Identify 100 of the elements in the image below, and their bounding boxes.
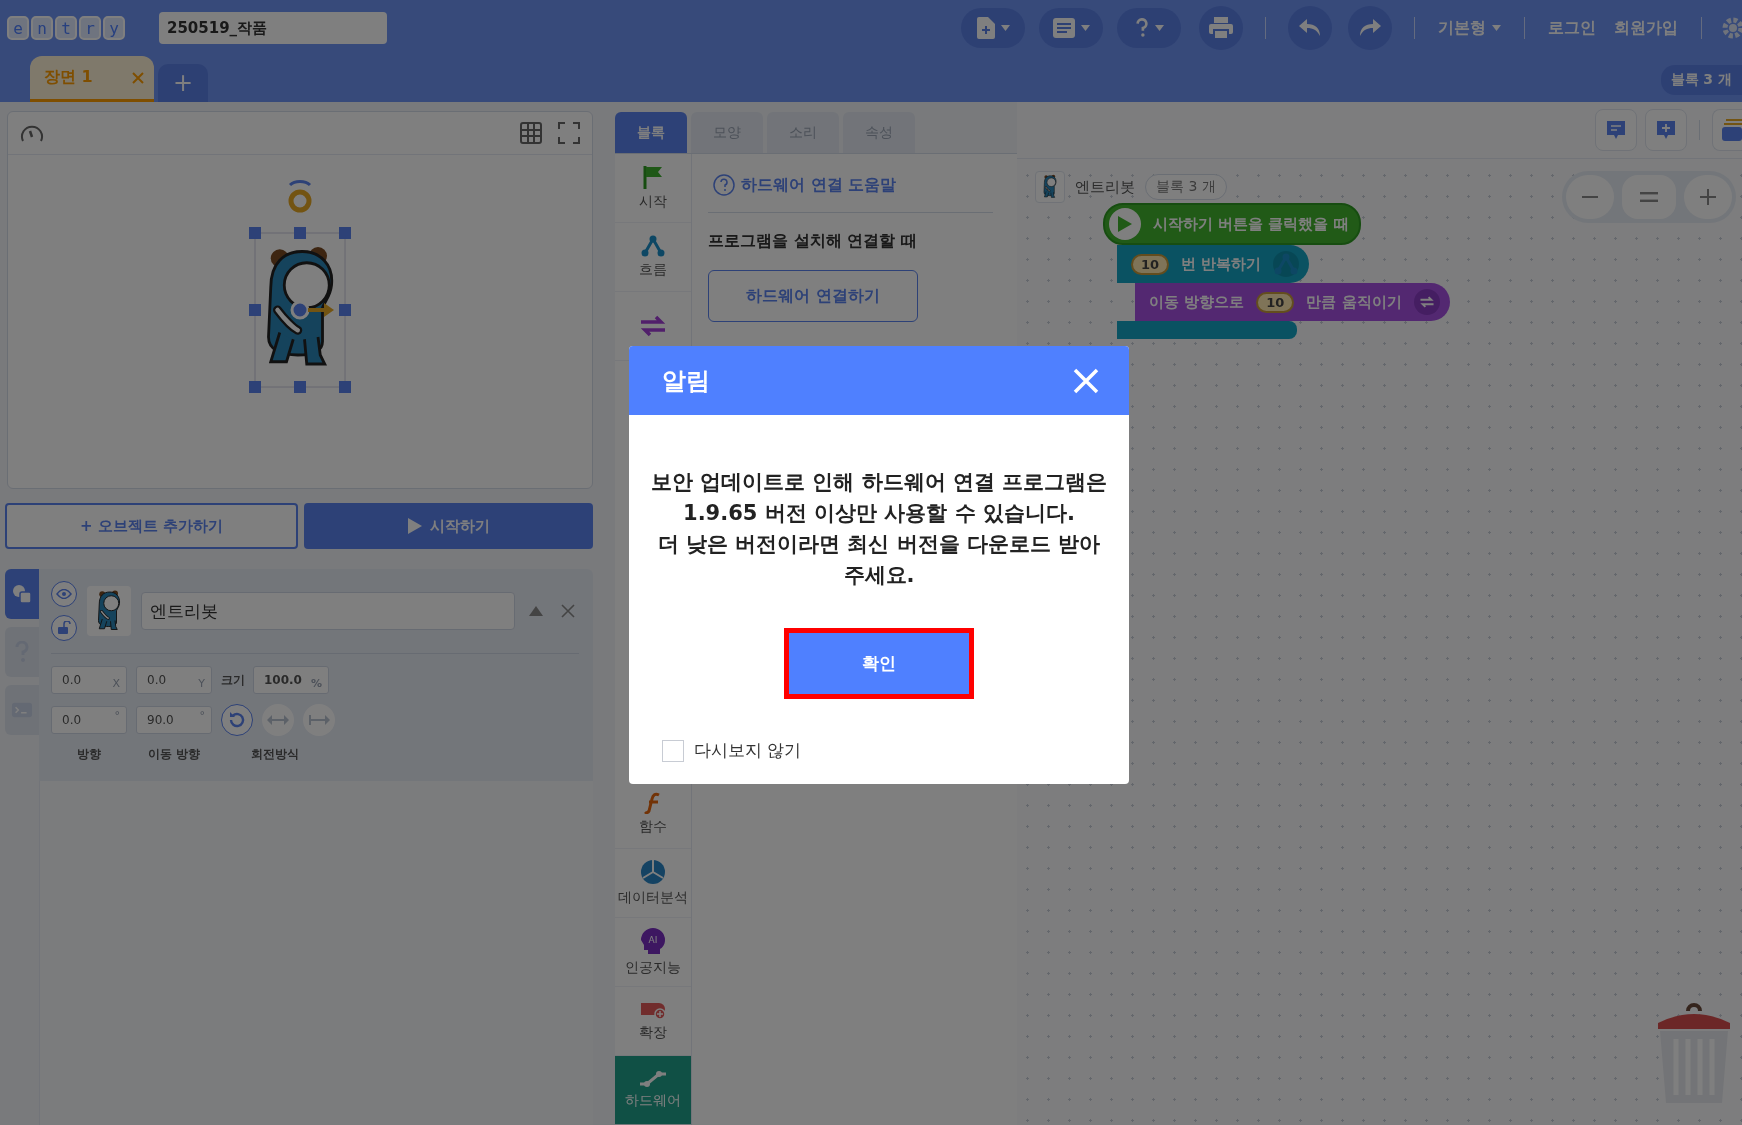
speech-bubble-icon	[1605, 119, 1627, 141]
logo-letter: y	[103, 16, 125, 40]
add-object-button[interactable]: + 오브젝트 추가하기	[5, 503, 298, 549]
close-icon	[1073, 367, 1099, 394]
eye-icon	[56, 589, 72, 599]
save-icon	[1052, 18, 1075, 38]
storage-button[interactable]	[1712, 109, 1742, 151]
new-file-button[interactable]	[961, 8, 1025, 48]
add-scene-button[interactable]: +	[158, 64, 208, 102]
terminal-icon	[11, 701, 33, 719]
link-icon	[638, 1070, 668, 1088]
category-item[interactable]: 하드웨어	[615, 1056, 691, 1125]
field-label: 이동 방향	[146, 746, 202, 763]
login-link[interactable]: 로그인	[1543, 17, 1601, 39]
dialog-title: 알림	[662, 365, 710, 397]
function-icon	[644, 792, 662, 814]
undo-icon	[1299, 19, 1321, 37]
project-title-field[interactable]: 250519_작품	[159, 12, 387, 44]
connect-hardware-button[interactable]: 하드웨어 연결하기	[708, 270, 918, 322]
visibility-button[interactable]	[51, 581, 77, 607]
confirm-button[interactable]: 확인	[784, 628, 974, 699]
minus-icon	[1582, 196, 1598, 198]
logo-letter: r	[79, 16, 101, 40]
tray-icon	[1722, 118, 1742, 142]
double-arrow-icon	[267, 714, 289, 726]
bar-arrow-icon	[308, 714, 330, 726]
flag-icon	[642, 165, 664, 189]
arrows-icon	[639, 315, 667, 337]
plus-icon	[1700, 189, 1716, 205]
size-label: 크기	[221, 671, 245, 689]
direction-arrow[interactable]	[290, 300, 334, 320]
caret-icon	[1492, 25, 1501, 31]
character-drawing	[1041, 174, 1059, 200]
close-button[interactable]	[1073, 367, 1099, 394]
object-name: 엔트리봇	[1075, 177, 1135, 197]
settings-icon[interactable]	[1720, 15, 1742, 41]
caret-icon	[1000, 25, 1010, 31]
zoom-reset-button[interactable]	[1622, 175, 1676, 219]
field-label: 방향	[76, 746, 102, 763]
caret-icon	[1154, 25, 1164, 31]
side-tab[interactable]	[5, 569, 39, 619]
dialog-message: 보안 업데이트로 인해 하드웨어 연결 프로그램은 1.9.65 버전 이상만 사용할 수 있습니다. 더 낮은 버전이라면 최신 버전을 다운로드 받아 주세요.	[649, 469, 1109, 589]
undo-button[interactable]	[1288, 6, 1332, 50]
code-block[interactable]: 10 번 반복하기	[1117, 245, 1310, 283]
code-block[interactable]: 이동 방향으로 10 만큼 움직이기	[1135, 283, 1450, 321]
extension-icon	[639, 1000, 667, 1020]
rotation-handle[interactable]	[288, 179, 312, 213]
pie-chart-icon	[640, 859, 666, 885]
number-field[interactable]: 90.0 °	[136, 706, 212, 734]
equals-icon	[1640, 192, 1658, 202]
rotation-mode-button[interactable]	[221, 704, 253, 736]
block-count-badge: 블록 3 개	[1145, 174, 1227, 200]
save-button[interactable]	[1039, 8, 1103, 48]
play-icon	[1118, 216, 1132, 232]
checkbox[interactable]	[662, 739, 684, 762]
start-button[interactable]: 시작하기	[304, 503, 593, 549]
padlock-icon	[57, 621, 71, 635]
fullscreen-icon[interactable]	[558, 122, 580, 144]
file-plus-icon	[976, 17, 995, 39]
panel-tab[interactable]: 블록	[615, 112, 687, 153]
rotation-mode-button[interactable]	[262, 704, 294, 736]
redo-icon	[1359, 19, 1381, 37]
help-button[interactable]	[1117, 8, 1181, 48]
question-circle-icon	[713, 174, 735, 196]
rotation-mode-button[interactable]	[303, 704, 335, 736]
ai-head-icon: AI	[640, 927, 666, 955]
redo-button[interactable]	[1348, 6, 1392, 50]
shapes-icon	[12, 584, 32, 604]
speedometer-icon[interactable]	[20, 123, 44, 143]
zoom-in-button[interactable]	[1684, 175, 1732, 219]
number-field[interactable]: 100.0 %	[253, 666, 329, 694]
field-label: 회전방식	[250, 746, 300, 763]
mode-menu[interactable]: 기본형	[1433, 17, 1506, 39]
close-icon	[561, 604, 575, 618]
grid-icon[interactable]	[520, 122, 542, 144]
code-block[interactable]: 시작하기 버튼을 클릭했을 때	[1103, 203, 1361, 245]
selection-frame[interactable]	[249, 227, 351, 393]
logo-letter: e	[7, 16, 29, 40]
play-icon	[407, 518, 422, 534]
logo-letter: n	[31, 16, 53, 40]
help-link[interactable]: 하드웨어 연결 도움말	[708, 174, 897, 196]
comment-button[interactable]	[1595, 109, 1637, 151]
caret-icon	[1080, 25, 1090, 31]
number-field[interactable]: 0.0 °	[51, 706, 127, 734]
question-icon	[1134, 17, 1149, 39]
close-icon[interactable]	[132, 71, 144, 84]
triangle-icon	[529, 606, 543, 616]
checkbox-label: 다시보지 않기	[694, 739, 802, 762]
print-button[interactable]	[1199, 6, 1243, 50]
speech-bubble-icon	[1655, 119, 1677, 141]
add-comment-button[interactable]	[1645, 109, 1687, 151]
signup-link[interactable]: 회원가입	[1609, 17, 1683, 39]
block-count-badge: 블록 3 개	[1660, 65, 1742, 95]
rotate-icon	[227, 710, 247, 730]
section-title: 프로그램을 설치해 연결할 때	[708, 231, 917, 252]
lock-button[interactable]	[51, 615, 77, 641]
arrows-icon	[1418, 296, 1435, 308]
nodes-icon	[641, 235, 665, 257]
object-name-field[interactable]: 엔트리봇	[141, 592, 515, 630]
printer-icon	[1209, 17, 1233, 39]
